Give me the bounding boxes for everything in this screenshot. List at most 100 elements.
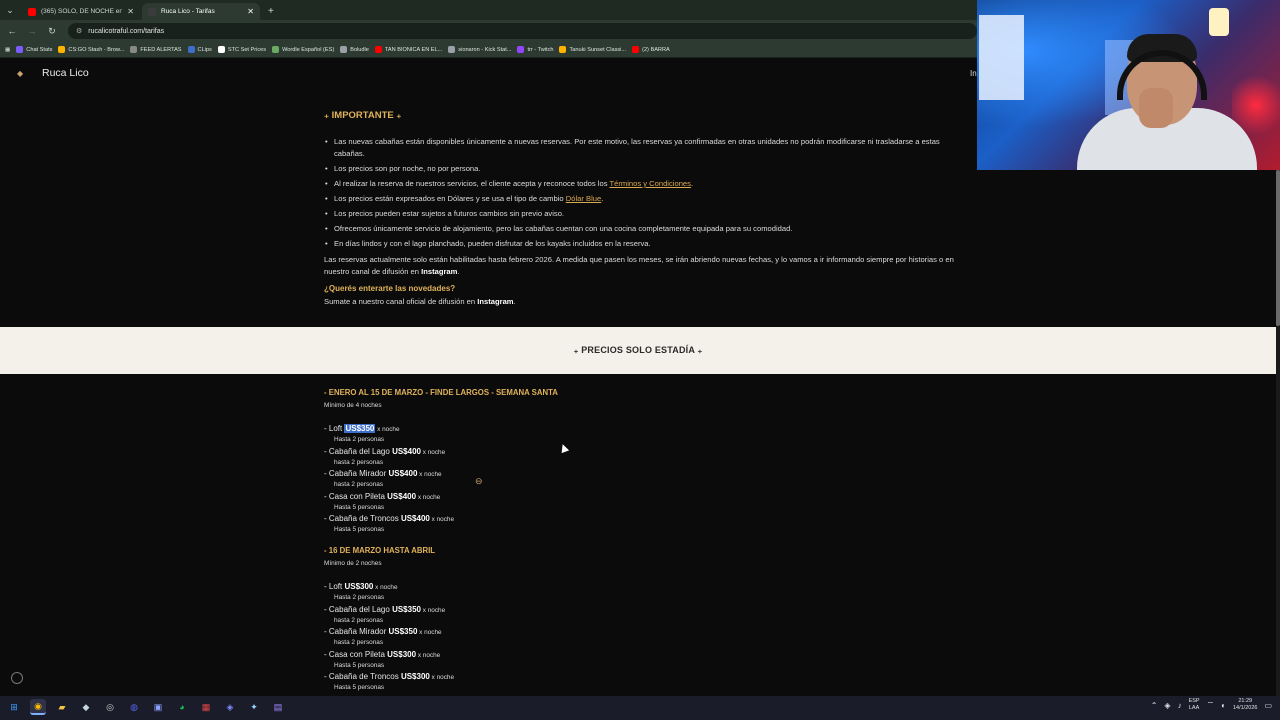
new-tab-icon[interactable]: + <box>260 3 282 20</box>
price-row: - Cabaña de Troncos US$400 x noche <box>324 514 454 523</box>
list-item: Los precios pueden estar sujetos a futur… <box>324 208 954 220</box>
spotify-icon[interactable]: ◕ <box>174 699 190 715</box>
calendar-icon[interactable]: ▦ <box>198 699 214 715</box>
reservations-paragraph: Las reservas actualmente solo están habi… <box>324 255 954 276</box>
anchor-link-icon[interactable]: ⊖ <box>475 476 483 487</box>
unit-price: US$400 <box>387 491 417 501</box>
clock[interactable]: 21:29 14/1/2026 <box>1233 698 1257 712</box>
tab-search-icon[interactable]: ⌄ <box>0 0 20 20</box>
microphone-icon[interactable]: ♪ <box>1178 701 1182 710</box>
per-night: x noche <box>420 448 446 456</box>
bookmark-favicon-icon <box>187 46 195 53</box>
minimum-nights: Mínimo de 2 noches <box>324 560 382 567</box>
app2-icon[interactable]: ◈ <box>222 699 238 715</box>
bookmark-item[interactable]: Wordle Español (ES) <box>272 46 334 53</box>
bookmark-favicon-icon <box>374 46 382 53</box>
browser-tab-bar: ⌄ (365) SOLO, DE NOCHE en EL S ✕ Ruca Li… <box>0 0 977 20</box>
nav-item-partial[interactable]: In <box>970 69 977 78</box>
bookmark-favicon-icon <box>130 46 138 53</box>
price-row: - Cabaña del Lago US$400 x noche <box>324 447 445 456</box>
unit-price: US$350 <box>392 604 421 614</box>
bookmark-favicon-icon <box>217 46 225 53</box>
per-night: x noche <box>375 426 400 433</box>
dolar-blue-link[interactable]: Dólar Blue <box>566 194 601 203</box>
notifications-icon[interactable]: ▭ <box>1264 701 1272 710</box>
capacity: hasta 2 personas <box>334 481 384 488</box>
chevron-up-icon[interactable]: ⌃ <box>1151 701 1158 710</box>
bookmark-item[interactable]: Tanuki Sunset Classi... <box>559 46 626 53</box>
important-list: Las nuevas cabañas están disponibles úni… <box>324 136 954 253</box>
per-night: x noche <box>417 471 442 478</box>
app-icon[interactable]: ▣ <box>150 699 166 715</box>
network-icon[interactable]: ◈ <box>1164 701 1170 710</box>
unit-name: - Loft <box>324 424 345 433</box>
terms-link[interactable]: Términos y Condiciones <box>609 179 690 188</box>
season-title: - 16 DE MARZO HASTA ABRIL <box>324 546 436 555</box>
per-night: x noche <box>420 606 446 614</box>
close-tab-icon[interactable]: ✕ <box>247 7 254 16</box>
bookmark-favicon-icon <box>632 46 640 53</box>
capacity: Hasta 5 personas <box>334 503 385 511</box>
close-tab-icon[interactable]: ✕ <box>127 7 134 16</box>
bookmark-item[interactable]: STC Set Prices <box>217 46 266 53</box>
tab-youtube[interactable]: (365) SOLO, DE NOCHE en EL S ✕ <box>22 3 140 20</box>
bookmark-item[interactable]: CS:GO Stash - Brow... <box>58 46 124 53</box>
discord-icon[interactable]: ◍ <box>126 699 142 715</box>
reload-icon[interactable]: ↻ <box>46 26 58 37</box>
bookmark-favicon-icon <box>272 46 280 53</box>
streamer-hand <box>1139 88 1173 128</box>
bookmark-item[interactable]: Boludle <box>340 46 369 53</box>
bookmark-item[interactable]: Chat Stats <box>16 46 52 53</box>
logo-icon[interactable]: ◆ <box>17 69 31 78</box>
bookmark-item[interactable]: TAN BIONICA EN EL... <box>374 46 442 53</box>
bookmark-item[interactable]: CLips <box>187 46 212 53</box>
steam-icon[interactable]: ◆ <box>78 699 94 715</box>
price-row: - Cabaña Mirador US$350 x noche <box>324 627 442 636</box>
url-field[interactable]: ⚙ rucalicotraful.com/tarifas <box>68 23 977 39</box>
capacity: Hasta 5 personas <box>334 526 385 533</box>
important-heading: ₊ IMPORTANTE ₊ <box>324 110 402 121</box>
price-row: - Casa con Pileta US$300 x noche <box>324 650 440 659</box>
bookmark-item[interactable]: sionaron - Kick Stat... <box>448 46 511 53</box>
instagram-text: Instagram <box>477 297 514 306</box>
bookmark-item[interactable]: (2) BARRA <box>632 46 670 53</box>
bookmark-item[interactable]: FEED ALERTAS <box>130 46 182 53</box>
unit-price: US$350 <box>344 424 376 433</box>
capacity: Hasta 5 personas <box>334 661 385 669</box>
tab-ruca-lico[interactable]: Ruca Lico - Tarifas ✕ <box>142 3 260 20</box>
bookmark-favicon-icon <box>559 46 567 53</box>
season-title: - ENERO AL 15 DE MARZO - FINDE LARGOS - … <box>324 388 558 397</box>
list-item: Los precios son por noche, no por person… <box>324 163 954 175</box>
bookmark-item[interactable]: trr - Twitch <box>517 46 553 53</box>
address-bar-row: ← → ↻ ⚙ rucalicotraful.com/tarifas <box>0 20 977 42</box>
price-row: - Loft US$300 x noche <box>324 582 398 591</box>
bookmark-favicon-icon <box>448 46 456 53</box>
chrome-icon[interactable]: ◉ <box>30 699 46 715</box>
list-item: Los precios están expresados en Dólares … <box>324 193 954 205</box>
news-question: ¿Querés enterarte las novedades? <box>324 284 456 293</box>
file-explorer-icon[interactable]: ▰ <box>54 699 70 715</box>
list-item: Al realizar la reserva de nuestros servi… <box>324 178 954 190</box>
accessibility-icon[interactable] <box>11 672 23 684</box>
windows-start-icon[interactable]: ⊞ <box>6 699 22 715</box>
system-tray: ⌃ ◈ ♪ ESP LAA ⌔ ◐ 21:29 14/1/2026 ▭ <box>1151 698 1272 712</box>
back-icon[interactable]: ← <box>6 26 18 36</box>
site-info-icon[interactable]: ⚙ <box>76 27 82 35</box>
per-night: x noche <box>429 674 455 681</box>
list-item: Las nuevas cabañas están disponibles úni… <box>324 136 954 160</box>
bookmark-favicon-icon <box>340 46 348 53</box>
site-name[interactable]: Ruca Lico <box>42 67 89 79</box>
webcam-overlay <box>977 0 1280 170</box>
language-indicator[interactable]: ESP LAA <box>1189 698 1200 712</box>
app3-icon[interactable]: ✦ <box>246 699 262 715</box>
app4-icon[interactable]: ▤ <box>270 699 286 715</box>
unit-name: - Cabaña de Troncos <box>324 672 401 681</box>
bookmark-favicon-icon <box>517 46 525 53</box>
apps-icon[interactable]: ▦ <box>5 47 10 53</box>
scrollbar-thumb[interactable] <box>1276 170 1280 326</box>
obs-icon[interactable]: ◎ <box>102 699 118 715</box>
volume-icon[interactable]: ◐ <box>1221 701 1226 710</box>
forward-icon[interactable]: → <box>26 26 38 36</box>
site-favicon-icon <box>148 7 156 16</box>
wifi-icon[interactable]: ⌔ <box>1207 700 1215 710</box>
